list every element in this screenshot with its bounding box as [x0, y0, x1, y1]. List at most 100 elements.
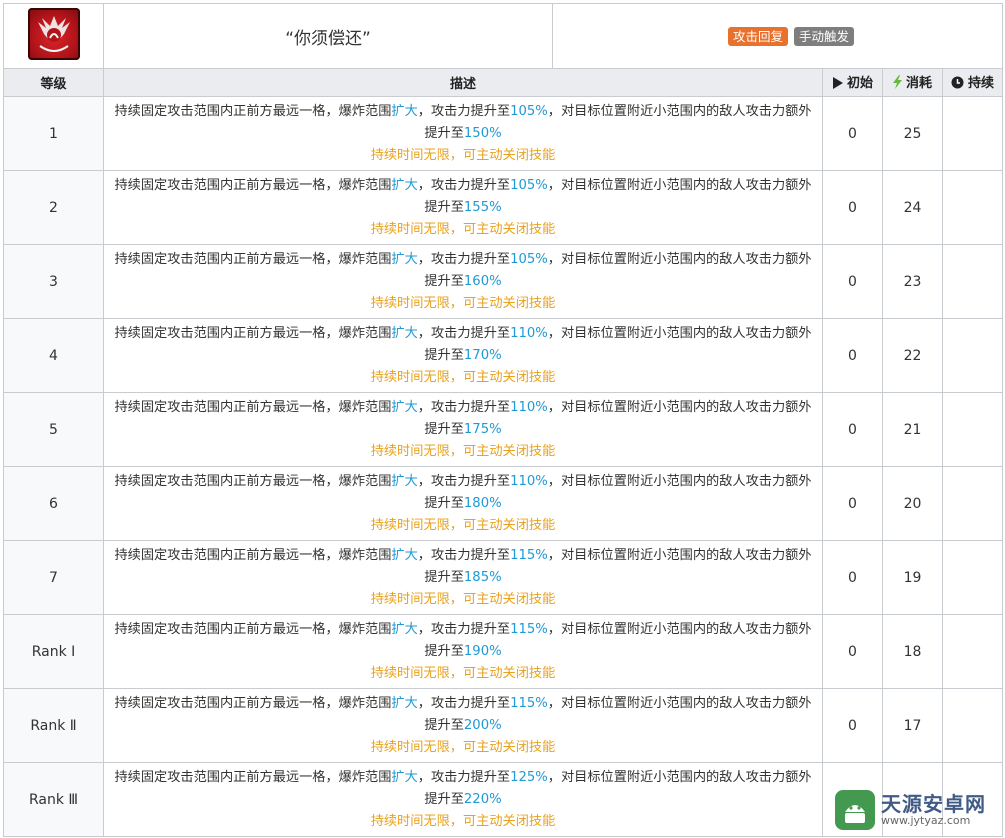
description-text: 持续固定攻击范围内正前方最远一格，爆炸范围扩大，攻击力提升至110%，对目标位置…	[112, 471, 814, 515]
table-row: Rank Ⅰ 持续固定攻击范围内正前方最远一格，爆炸范围扩大，攻击力提升至115%…	[3, 614, 1004, 689]
skill-header-row: “你须偿还” 攻击回复 手动触发	[3, 3, 1004, 69]
highlight-attack: 115%	[510, 621, 548, 637]
description-text: 持续固定攻击范围内正前方最远一格，爆炸范围扩大，攻击力提升至115%，对目标位置…	[112, 619, 814, 663]
highlight-range: 扩大	[391, 251, 418, 267]
duration-cell	[941, 614, 1004, 689]
watermark: 天源安卓网 www.jytyaz.com	[835, 786, 995, 834]
duration-note: 持续时间无限，可主动关闭技能	[370, 591, 556, 607]
cost-cell: 18	[882, 614, 943, 689]
column-cost: 消耗	[882, 68, 943, 97]
description-cell: 持续固定攻击范围内正前方最远一格，爆炸范围扩大，攻击力提升至105%，对目标位置…	[103, 170, 823, 245]
duration-cell	[941, 540, 1004, 615]
level-cell: 5	[3, 392, 104, 467]
tag-attack-recovery: 攻击回复	[728, 26, 789, 46]
description-part: 持续固定攻击范围内正前方最远一格，爆炸范围	[114, 695, 392, 711]
highlight-range: 扩大	[391, 769, 418, 785]
description-part: 持续固定攻击范围内正前方最远一格，爆炸范围	[114, 103, 392, 119]
table-row: 3 持续固定攻击范围内正前方最远一格，爆炸范围扩大，攻击力提升至105%，对目标位…	[3, 244, 1004, 319]
highlight-extra-attack: 175%	[463, 421, 502, 437]
highlight-attack: 105%	[510, 251, 548, 267]
description-cell: 持续固定攻击范围内正前方最远一格，爆炸范围扩大，攻击力提升至125%，对目标位置…	[103, 762, 823, 837]
duration-cell	[941, 392, 1004, 467]
description-part: 持续固定攻击范围内正前方最远一格，爆炸范围	[114, 473, 392, 489]
cost-cell: 20	[882, 466, 943, 541]
duration-cell	[941, 466, 1004, 541]
initial-cell: 0	[822, 466, 883, 541]
highlight-range: 扩大	[391, 177, 418, 193]
description-part: ，攻击力提升至	[417, 695, 511, 711]
level-cell: 4	[3, 318, 104, 393]
initial-cell: 0	[822, 170, 883, 245]
highlight-attack: 115%	[510, 547, 548, 563]
column-cost-label: 消耗	[905, 76, 932, 91]
duration-note: 持续时间无限，可主动关闭技能	[370, 147, 556, 163]
column-level: 等级	[3, 68, 104, 97]
column-duration-label: 持续	[968, 76, 995, 91]
description-part: ，攻击力提升至	[417, 399, 511, 415]
cost-cell: 17	[882, 688, 943, 763]
table-row: 4 持续固定攻击范围内正前方最远一格，爆炸范围扩大，攻击力提升至110%，对目标位…	[3, 318, 1004, 393]
description-text: 持续固定攻击范围内正前方最远一格，爆炸范围扩大，攻击力提升至110%，对目标位置…	[112, 397, 814, 441]
highlight-extra-attack: 155%	[463, 199, 502, 215]
description-cell: 持续固定攻击范围内正前方最远一格，爆炸范围扩大，攻击力提升至115%，对目标位置…	[103, 614, 823, 689]
duration-note: 持续时间无限，可主动关闭技能	[370, 517, 556, 533]
cost-cell: 25	[882, 96, 943, 171]
initial-cell: 0	[822, 318, 883, 393]
level-cell: Rank Ⅱ	[3, 688, 104, 763]
duration-note: 持续时间无限，可主动关闭技能	[370, 221, 556, 237]
description-part: ，攻击力提升至	[417, 251, 511, 267]
watermark-url: www.jytyaz.com	[881, 813, 971, 827]
cost-cell: 23	[882, 244, 943, 319]
highlight-attack: 105%	[510, 177, 548, 193]
highlight-range: 扩大	[391, 399, 418, 415]
description-text: 持续固定攻击范围内正前方最远一格，爆炸范围扩大，攻击力提升至115%，对目标位置…	[112, 545, 814, 589]
highlight-extra-attack: 220%	[463, 791, 502, 807]
description-part: 持续固定攻击范围内正前方最远一格，爆炸范围	[114, 547, 392, 563]
description-text: 持续固定攻击范围内正前方最远一格，爆炸范围扩大，攻击力提升至105%，对目标位置…	[112, 101, 814, 145]
description-cell: 持续固定攻击范围内正前方最远一格，爆炸范围扩大，攻击力提升至110%，对目标位置…	[103, 318, 823, 393]
description-part: ，攻击力提升至	[417, 769, 511, 785]
description-part: ，攻击力提升至	[417, 473, 511, 489]
skill-tags: 攻击回复 手动触发	[551, 3, 1004, 69]
watermark-name: 天源安卓网	[881, 791, 986, 816]
level-cell: Rank Ⅲ	[3, 762, 104, 837]
highlight-attack: 115%	[510, 695, 548, 711]
initial-cell: 0	[822, 614, 883, 689]
highlight-range: 扩大	[391, 547, 418, 563]
highlight-attack: 110%	[510, 325, 548, 341]
skill-icon-cell	[3, 3, 104, 69]
highlight-range: 扩大	[391, 473, 418, 489]
description-part: 持续固定攻击范围内正前方最远一格，爆炸范围	[114, 325, 392, 341]
tag-manual-trigger: 手动触发	[794, 26, 855, 46]
lightning-bolt-icon	[892, 75, 902, 93]
level-cell: 3	[3, 244, 104, 319]
highlight-range: 扩大	[391, 621, 418, 637]
table-row: 2 持续固定攻击范围内正前方最远一格，爆炸范围扩大，攻击力提升至105%，对目标位…	[3, 170, 1004, 245]
description-text: 持续固定攻击范围内正前方最远一格，爆炸范围扩大，攻击力提升至110%，对目标位置…	[112, 323, 814, 367]
initial-cell: 0	[822, 96, 883, 171]
duration-note: 持续时间无限，可主动关闭技能	[370, 369, 556, 385]
highlight-attack: 125%	[510, 769, 548, 785]
description-part: 持续固定攻击范围内正前方最远一格，爆炸范围	[114, 251, 392, 267]
highlight-extra-attack: 150%	[463, 125, 502, 141]
highlight-range: 扩大	[391, 325, 418, 341]
cost-cell: 19	[882, 540, 943, 615]
highlight-range: 扩大	[391, 103, 418, 119]
description-cell: 持续固定攻击范围内正前方最远一格，爆炸范围扩大，攻击力提升至105%，对目标位置…	[103, 244, 823, 319]
highlight-attack: 110%	[510, 399, 548, 415]
highlight-attack: 105%	[510, 103, 548, 119]
duration-cell	[941, 96, 1004, 171]
level-cell: 7	[3, 540, 104, 615]
column-header-row: 等级 描述 初始 消耗 持续	[3, 68, 1004, 97]
highlight-extra-attack: 190%	[463, 643, 502, 659]
duration-cell	[941, 244, 1004, 319]
duration-cell	[941, 170, 1004, 245]
description-text: 持续固定攻击范围内正前方最远一格，爆炸范围扩大，攻击力提升至115%，对目标位置…	[112, 693, 814, 737]
clock-icon	[951, 76, 964, 93]
skill-table: “你须偿还” 攻击回复 手动触发 等级 描述 初始 消耗 持续 1 持续固定攻击范围…	[3, 3, 1004, 837]
cost-cell: 24	[882, 170, 943, 245]
initial-cell: 0	[822, 540, 883, 615]
duration-note: 持续时间无限，可主动关闭技能	[370, 443, 556, 459]
table-row: 6 持续固定攻击范围内正前方最远一格，爆炸范围扩大，攻击力提升至110%，对目标位…	[3, 466, 1004, 541]
skill-name: “你须偿还”	[103, 3, 553, 69]
